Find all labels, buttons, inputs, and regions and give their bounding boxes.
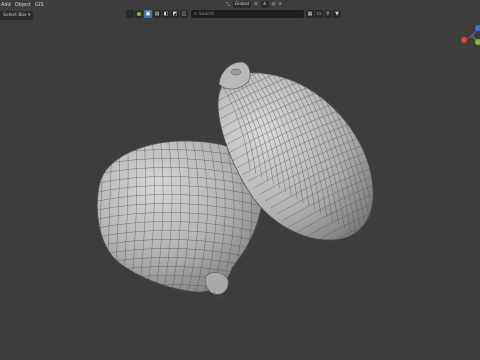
select-subtract-icon[interactable]: ◧ [162,10,170,18]
select-box-mode-icon[interactable]: ▣ [144,10,152,18]
gizmo-z-icon [475,25,480,31]
search-field[interactable]: ⌕ Search [191,10,304,18]
menu-bar: Add Object GIS [0,0,44,10]
transform-controls: ⤡ Global ⊙ ⋔ ◎ ∧ [226,0,282,9]
filter-icon[interactable]: ▼ [333,10,341,18]
mesh-scene[interactable] [0,0,480,360]
viewport-toolbar: · ▣ ▨ ◧ ◩ ◫ ⌕ Search ▦ ▭ ⚲ ▼ [126,9,351,19]
view-layer-icon[interactable]: ▦ [306,10,314,18]
eye-icon[interactable]: · [126,10,134,18]
camera-icon[interactable]: ▭ [315,10,323,18]
menu-gis[interactable]: GIS [35,0,44,10]
menu-object[interactable]: Object [15,0,31,10]
select-invert-icon[interactable]: ◩ [171,10,179,18]
transform-orientation-dropdown[interactable]: Global [232,1,251,8]
search-placeholder: Search [198,11,215,17]
overlay-color-icon[interactable] [135,10,143,18]
select-intersect-icon[interactable]: ◫ [180,10,188,18]
viewport-header: Add Object GIS ⤡ Global ⊙ ⋔ ◎ ∧ Select B… [0,0,480,22]
select-mode-dropdown[interactable]: Select Box ▾ [0,11,34,20]
pivot-icon[interactable]: ⊙ [254,2,258,7]
snap-icon[interactable]: ⋔ [260,1,269,8]
3d-viewport[interactable]: Add Object GIS ⤡ Global ⊙ ⋔ ◎ ∧ Select B… [0,0,480,360]
select-extend-icon[interactable]: ▨ [153,10,161,18]
menu-add[interactable]: Add [1,0,11,10]
falloff-icon[interactable]: ∧ [278,2,281,7]
search-icon: ⌕ [194,11,197,17]
transform-orientation-icon[interactable]: ⤡ [226,2,230,8]
gizmo-x-icon [461,37,467,43]
proportional-edit-icon[interactable]: ◎ [272,2,276,7]
transform-orientation-label: Global [234,2,249,7]
display-filter-icon[interactable]: ⚲ [324,10,332,18]
navigation-gizmo[interactable] [460,22,480,52]
